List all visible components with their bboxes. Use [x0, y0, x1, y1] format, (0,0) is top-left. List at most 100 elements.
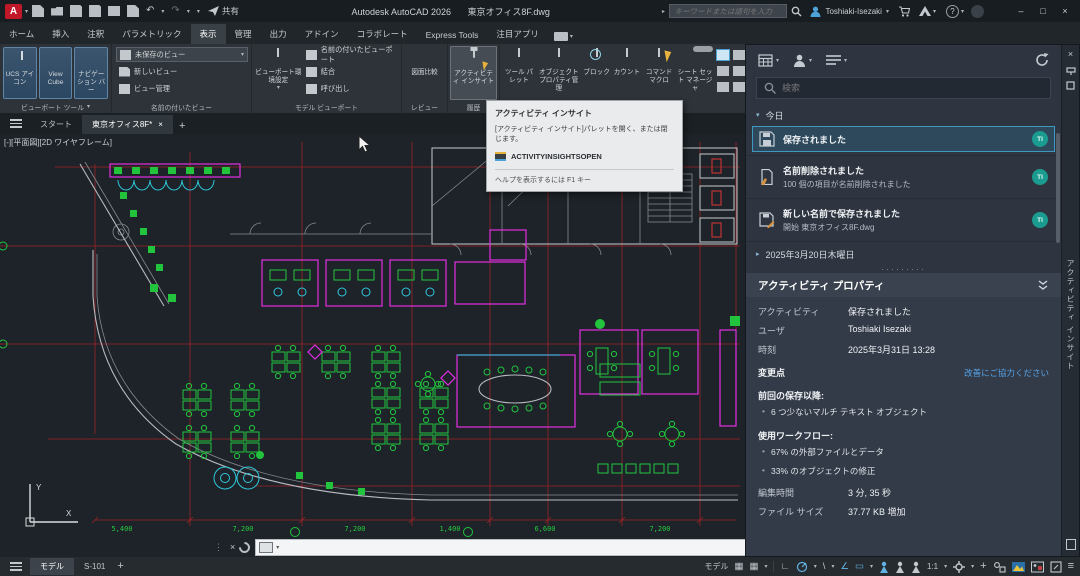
view-manager-button[interactable]: ビュー管理	[116, 80, 248, 97]
activity-search[interactable]	[756, 77, 1051, 99]
palette-vertical-title[interactable]: アクティビティ インサイト	[1065, 259, 1076, 370]
workspace-caret-icon[interactable]: ▾	[971, 563, 974, 570]
drawing-compare-button[interactable]: 図面比較	[410, 46, 438, 100]
file-tab-menu-icon[interactable]	[10, 119, 22, 128]
qat-dropdown-icon[interactable]: ▾	[197, 8, 200, 15]
polar-caret-icon[interactable]: ▾	[814, 563, 817, 570]
save-as-icon[interactable]	[89, 5, 101, 17]
clean-screen-icon[interactable]	[1050, 561, 1062, 573]
new-file-icon[interactable]	[32, 5, 44, 17]
ucs-icon-toggle[interactable]: UCS アイコン	[3, 47, 37, 99]
activity-search-input[interactable]	[782, 83, 1043, 93]
isodraft-toggle-icon[interactable]: \	[823, 562, 826, 572]
plot-icon[interactable]	[108, 6, 120, 16]
snap-toggle-icon[interactable]: ▦	[749, 562, 758, 572]
tab-start[interactable]: スタート	[30, 115, 82, 134]
signin-menu[interactable]: Toshiaki-Isezaki ▾	[810, 6, 888, 17]
group-today[interactable]: ▾今日	[746, 105, 1061, 125]
annotation-monitor-icon[interactable]: +	[980, 561, 986, 572]
group-older-date[interactable]: ▸2025年3月20日木曜日	[746, 244, 1061, 264]
tab-manage[interactable]: 管理	[226, 24, 261, 44]
close-button[interactable]: ×	[1054, 6, 1076, 16]
tab-express-tools[interactable]: Express Tools	[417, 26, 488, 44]
drawing-canvas[interactable]: [-][平面図][2D ワイヤフレーム] .grid{stroke:#9e242…	[0, 134, 745, 557]
undo-caret-icon[interactable]: ▾	[161, 8, 164, 15]
search-icon[interactable]	[791, 6, 802, 17]
user-filter-button[interactable]: ▾	[793, 54, 812, 67]
layout-tab-model[interactable]: モデル	[30, 558, 74, 575]
count-palette-button[interactable]: カウント	[612, 46, 642, 100]
isolate-objects-icon[interactable]	[993, 561, 1006, 573]
chevron-double-down-icon[interactable]	[1037, 280, 1049, 291]
open-folder-icon[interactable]	[51, 7, 63, 16]
panel-label-viewport-tools[interactable]: ビューポート ツール▾	[0, 100, 111, 113]
scale-caret-icon[interactable]: ▾	[944, 563, 947, 570]
cart-icon[interactable]	[898, 6, 910, 17]
status-model-label[interactable]: モデル	[704, 561, 728, 572]
quickcalc-palette-icon[interactable]	[733, 50, 745, 60]
autocad-logo[interactable]: A	[5, 4, 22, 19]
view-combo[interactable]: 未保存のビュー▾	[116, 47, 248, 62]
new-view-button[interactable]: 新しいビュー	[116, 63, 248, 80]
designcenter-palette-icon[interactable]	[717, 82, 729, 92]
tab-document[interactable]: 東京オフィス8F*×	[82, 115, 173, 134]
event-filter-button[interactable]: ▾	[826, 54, 847, 66]
undo-icon[interactable]: ↶	[146, 6, 154, 16]
help-search-input[interactable]	[669, 4, 787, 18]
autodesk-logo-icon[interactable]	[919, 6, 931, 17]
dashboard-palette-icon[interactable]	[717, 50, 729, 60]
activity-item-purged[interactable]: 名前削除されました100 個の項目が名前削除されました TI	[752, 159, 1055, 195]
save-icon[interactable]	[70, 5, 82, 17]
tab-collaborate[interactable]: コラボレート	[348, 24, 417, 44]
tab-home[interactable]: ホーム	[0, 24, 43, 44]
isodraft-caret-icon[interactable]: ▾	[831, 563, 834, 570]
blocks-palette-button[interactable]: ブロック	[581, 46, 611, 100]
collapse-search-icon[interactable]: ▾	[660, 9, 667, 12]
activity-insight-button[interactable]: アクティビティ インサイト	[450, 46, 497, 100]
osnap-tracking-icon[interactable]: ∠	[840, 562, 849, 572]
polar-tracking-icon[interactable]	[796, 561, 808, 573]
date-filter-button[interactable]: ▾	[758, 53, 779, 67]
viewcube-toggle[interactable]: View Cube	[39, 47, 73, 99]
snap-caret-icon[interactable]: ▾	[764, 563, 767, 570]
clipboard-palette-icon[interactable]	[733, 82, 745, 92]
redo-caret-icon[interactable]: ▾	[187, 8, 190, 15]
markup-palette-icon[interactable]	[733, 66, 745, 76]
graphics-performance-icon[interactable]	[1012, 561, 1025, 573]
help-icon[interactable]: ?	[946, 5, 959, 18]
apps-icon[interactable]	[971, 5, 984, 18]
properties-menu-icon[interactable]	[1066, 81, 1075, 90]
panel-splitter[interactable]	[746, 264, 1061, 273]
join-viewports-button[interactable]: 結合	[303, 63, 399, 80]
navbar-toggle[interactable]: ナビゲーション バー	[74, 47, 108, 99]
share-button[interactable]: 共有	[208, 5, 239, 17]
print-icon[interactable]	[127, 5, 139, 17]
annotation-autoscale-icon[interactable]	[895, 561, 905, 573]
activity-properties-header[interactable]: アクティビティ プロパティ	[746, 273, 1061, 297]
restore-button[interactable]: □	[1032, 6, 1054, 16]
command-recent-caret-icon[interactable]: ▾	[276, 544, 279, 551]
new-layout-button[interactable]: +	[117, 560, 123, 574]
tab-annotate[interactable]: 注釈	[78, 24, 113, 44]
viewport-config-button[interactable]: ビューポート環境設定▾	[254, 46, 303, 100]
ribbon-display-toggle[interactable]: ▾	[554, 32, 573, 44]
properties-palette-button[interactable]: オブジェクト プロパティ管理	[536, 46, 581, 100]
annotation-visibility-icon[interactable]	[879, 561, 889, 573]
tab-output[interactable]: 出力	[261, 24, 296, 44]
command-input-box[interactable]: ▾	[255, 539, 755, 556]
autodesk-caret-icon[interactable]: ▾	[933, 8, 936, 15]
tab-close-icon[interactable]: ×	[158, 120, 163, 129]
layout-menu-icon[interactable]	[10, 562, 22, 571]
sheet-set-manager-button[interactable]: シート セット マネージャ	[676, 46, 714, 100]
tab-view[interactable]: 表示	[191, 24, 226, 44]
command-grip-icon[interactable]: ⋮	[214, 542, 223, 553]
command-macros-button[interactable]: コマンド マクロ	[642, 46, 676, 100]
osnap-caret-icon[interactable]: ▾	[870, 563, 873, 570]
command-recent-icon[interactable]	[259, 542, 273, 553]
hardware-acceleration-icon[interactable]	[1031, 561, 1044, 573]
annotation-scale-value[interactable]: 1:1	[927, 562, 938, 571]
tab-parametric[interactable]: パラメトリック	[113, 24, 190, 44]
layout-tab-s101[interactable]: S-101	[74, 559, 115, 574]
refresh-button[interactable]	[1035, 53, 1049, 67]
redo-icon[interactable]: ↷	[171, 6, 179, 16]
